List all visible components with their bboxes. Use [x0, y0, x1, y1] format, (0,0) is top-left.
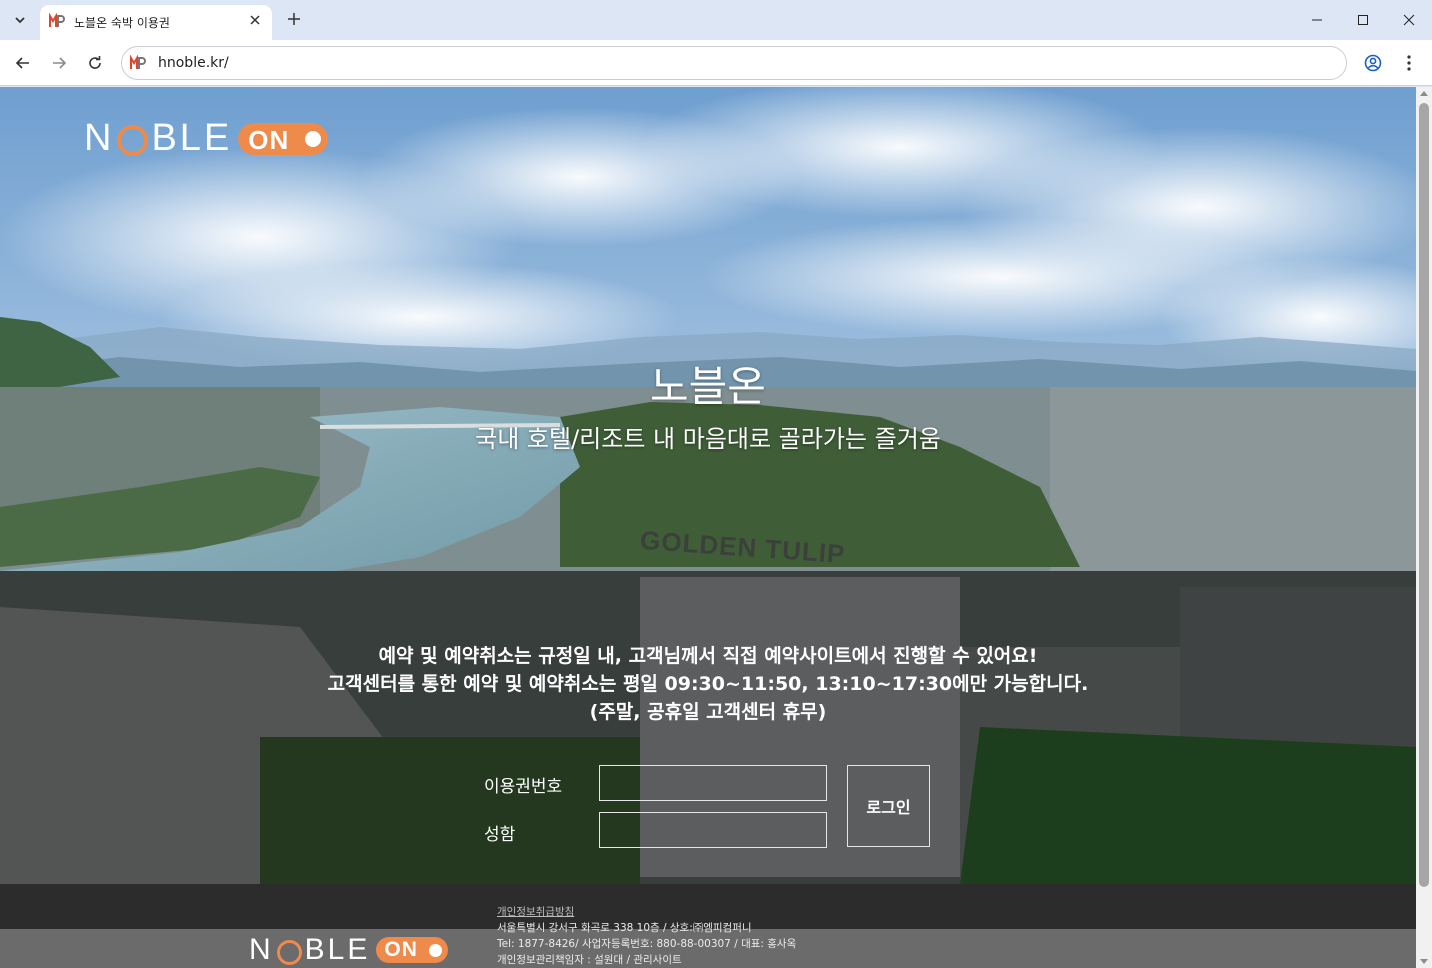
tab-title: 노블온 숙박 이용권	[74, 16, 170, 30]
notice-line-2: 고객센터를 통한 예약 및 예약취소는 평일 09:30~11:50, 13:1…	[327, 673, 1089, 695]
footer-contact: Tel: 1877-8426/ 사업자등록번호: 880-88-00307 / …	[497, 938, 797, 950]
login-button[interactable]: 로그인	[847, 765, 930, 847]
tab-search-button[interactable]	[8, 8, 32, 32]
logo-letters-ble: BLE	[151, 117, 233, 159]
scroll-up-arrow-icon[interactable]	[1420, 91, 1428, 96]
back-button[interactable]	[9, 49, 37, 77]
privacy-policy-link[interactable]: 개인정보취급방침	[497, 904, 796, 920]
name-label: 성함	[484, 825, 516, 845]
name-input[interactable]	[599, 812, 827, 848]
close-icon	[250, 15, 260, 25]
close-icon	[1403, 14, 1415, 26]
tab-strip: 노블온 숙박 이용권	[0, 0, 1432, 40]
window-maximize-button[interactable]	[1340, 0, 1386, 40]
logo-on-badge: ON	[376, 937, 449, 963]
window-close-button[interactable]	[1386, 0, 1432, 40]
forward-button[interactable]	[45, 49, 73, 77]
hero-title: 노블온	[650, 362, 766, 411]
reload-button[interactable]	[81, 49, 109, 77]
new-tab-button[interactable]	[283, 8, 305, 30]
page-viewport: GOLDEN TULIP N BLE ON 노블온 국내 호텔/리조트 내 마음…	[0, 87, 1432, 968]
logo-letters-ble: BLE	[304, 933, 371, 966]
footer: N BLE ON 개인정보취급방침 서울특별시 강서구 화곡로 338 10층 …	[0, 884, 1416, 968]
chevron-down-icon	[15, 17, 25, 24]
hero-section: GOLDEN TULIP N BLE ON 노블온 국내 호텔/리조트 내 마음…	[0, 87, 1416, 884]
window-minimize-button[interactable]	[1294, 0, 1340, 40]
voucher-number-input[interactable]	[599, 765, 827, 801]
logo-o-icon	[117, 125, 149, 156]
page-content: GOLDEN TULIP N BLE ON 노블온 국내 호텔/리조트 내 마음…	[0, 87, 1416, 968]
browser-tab-active[interactable]: 노블온 숙박 이용권	[40, 5, 272, 40]
address-bar[interactable]: hnoble.kr/	[121, 46, 1347, 80]
logo-dot-icon	[305, 130, 322, 147]
logo-on-badge: ON	[238, 122, 329, 155]
footer-company-info: 개인정보취급방침 서울특별시 강서구 화곡로 338 10층 / 상호:㈜엠피컴…	[497, 904, 796, 968]
notice-line-3: (주말, 공휴일 고객센터 휴무)	[589, 701, 827, 723]
arrow-left-icon	[15, 57, 29, 69]
reload-icon	[89, 56, 101, 69]
arrow-right-icon	[53, 57, 67, 69]
profile-icon	[1364, 54, 1382, 72]
logo-on-text: ON	[384, 938, 418, 961]
reservation-notice: 예약 및 예약취소는 규정일 내, 고객님께서 직접 예약사이트에서 진행할 수…	[0, 642, 1416, 726]
plus-icon	[288, 13, 300, 25]
hero-subtitle: 국내 호텔/리조트 내 마음대로 골라가는 즐거움	[475, 425, 941, 453]
maximize-icon	[1358, 15, 1368, 25]
header-logo[interactable]: N BLE ON	[84, 117, 329, 160]
minimize-icon	[1312, 19, 1322, 21]
logo-o-icon	[276, 939, 302, 965]
logo-on-text: ON	[248, 124, 290, 155]
tab-close-button[interactable]	[246, 12, 264, 30]
logo-letter-n: N	[84, 117, 115, 159]
kebab-menu-icon	[1407, 55, 1411, 71]
site-favicon-icon	[49, 13, 65, 27]
footer-logo: N BLE ON	[249, 933, 449, 967]
scroll-down-arrow-icon[interactable]	[1420, 959, 1428, 964]
page-scrollbar[interactable]	[1416, 87, 1432, 968]
scrollbar-thumb[interactable]	[1419, 103, 1429, 887]
logo-dot-icon	[429, 944, 443, 957]
browser-toolbar: hnoble.kr/	[0, 40, 1432, 86]
logo-letter-n: N	[249, 933, 274, 966]
url-text[interactable]: hnoble.kr/	[158, 55, 229, 71]
notice-line-1: 예약 및 예약취소는 규정일 내, 고객님께서 직접 예약사이트에서 진행할 수…	[378, 645, 1038, 667]
profile-button[interactable]	[1359, 49, 1387, 77]
voucher-number-label: 이용권번호	[484, 777, 563, 797]
footer-address: 서울특별시 강서구 화곡로 338 10층 / 상호:㈜엠피컴퍼니	[497, 922, 752, 934]
site-favicon-icon	[130, 55, 146, 69]
browser-menu-button[interactable]	[1395, 49, 1423, 77]
footer-manager: 개인정보관리책임자 : 설원대 / 관리사이트	[497, 954, 682, 966]
